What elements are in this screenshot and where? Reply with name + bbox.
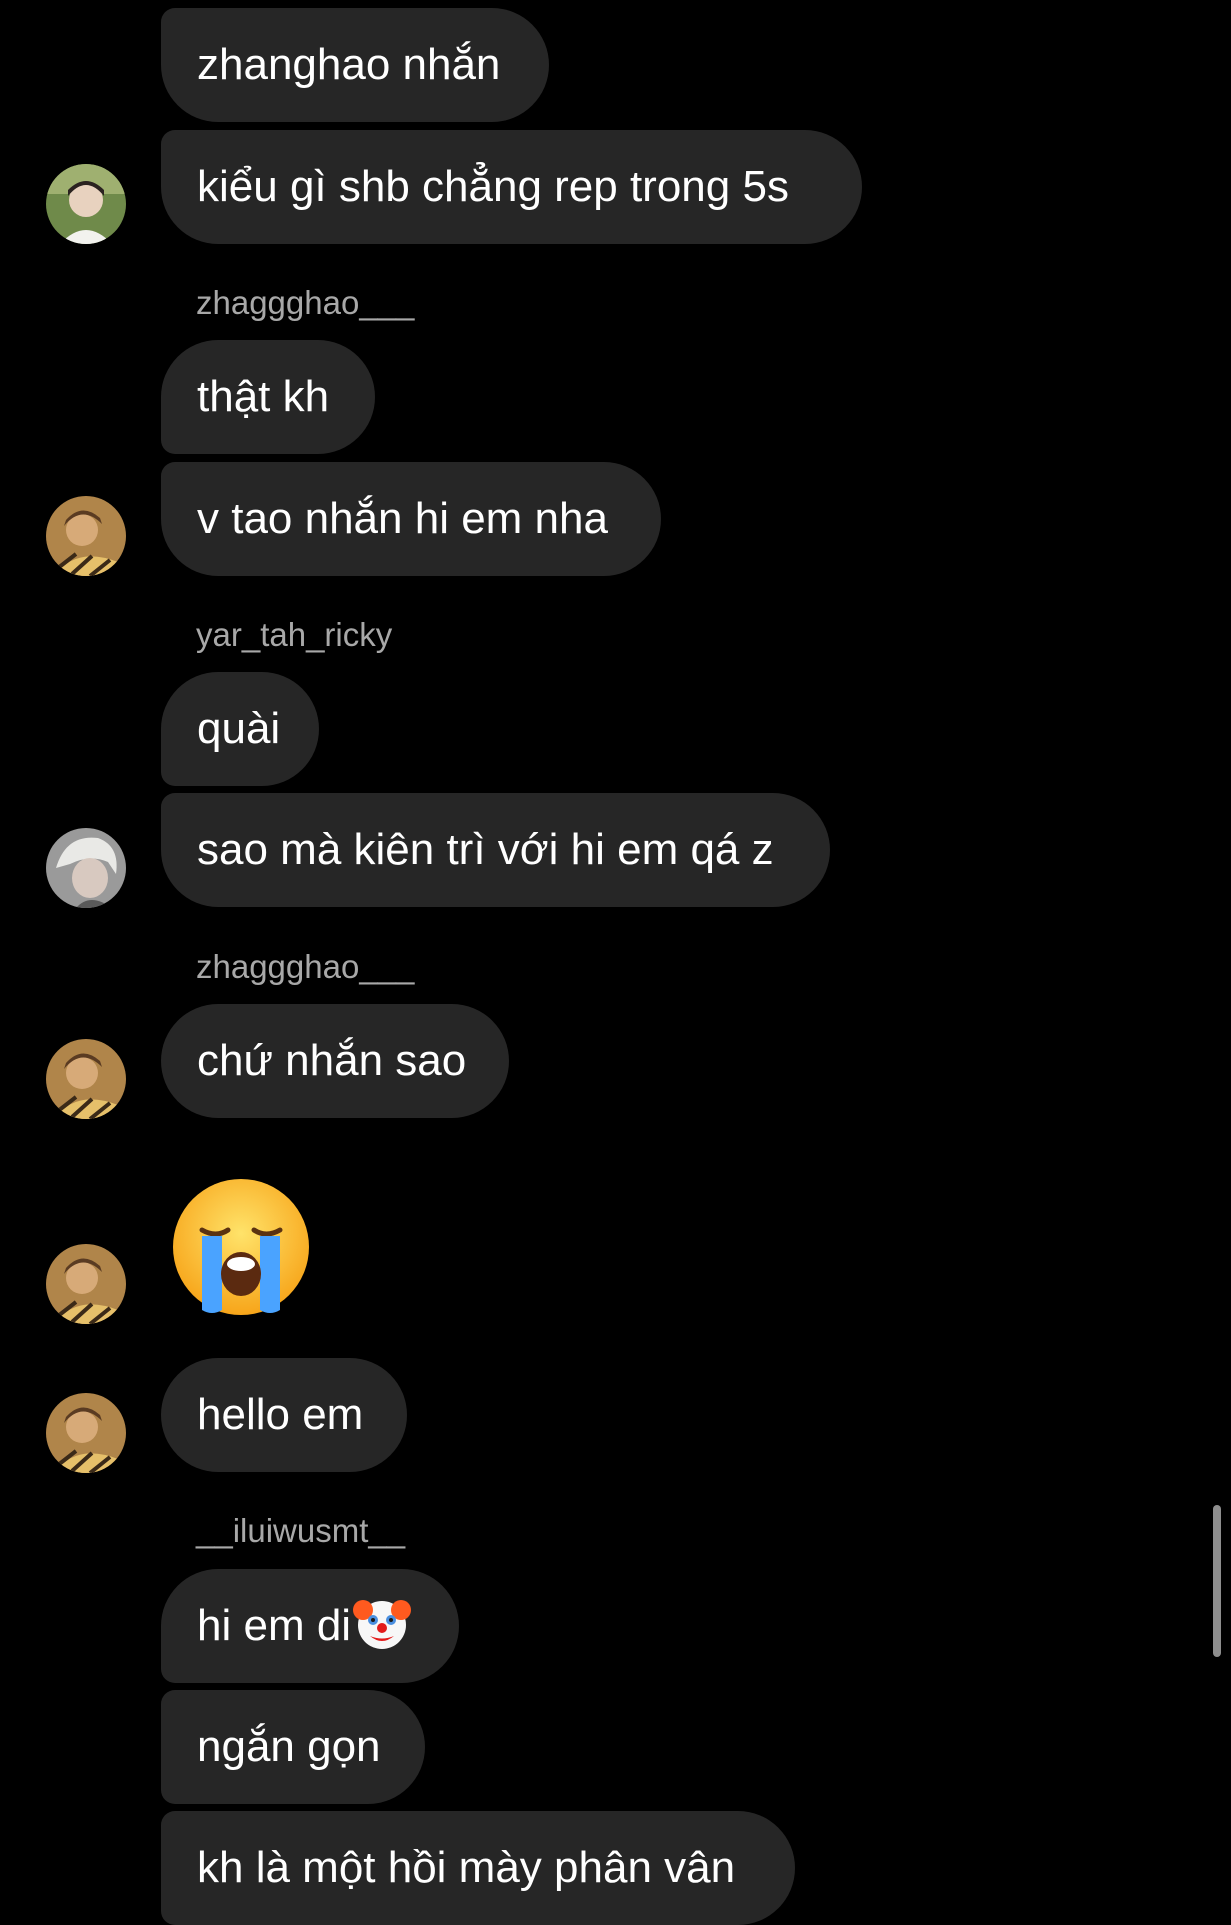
message-bubble[interactable]: kh là một hồi mày phân vân [161, 1811, 795, 1925]
loudly-crying-face-emoji-icon [173, 1179, 309, 1315]
avatar-photo-icon [46, 1244, 126, 1324]
message-bubble[interactable]: hello em [161, 1358, 407, 1472]
message-bubble[interactable]: hi em di [161, 1569, 459, 1683]
message-text: zhanghao nhắn [197, 40, 501, 89]
message-bubble[interactable]: quài [161, 672, 319, 786]
message-text: thật kh [197, 372, 330, 421]
message-bubble[interactable]: ngắn gọn [161, 1690, 425, 1804]
message-text: v tao nhắn hi em nha [197, 494, 608, 543]
avatar[interactable] [46, 164, 126, 244]
message-bubble[interactable]: chứ nhắn sao [161, 1004, 509, 1118]
message-text: sao mà kiên trì với hi em qá z [197, 825, 774, 874]
clown-face-emoji-icon [353, 1600, 412, 1649]
message-text: kh là một hồi mày phân vân [197, 1843, 736, 1892]
emoji-message[interactable] [166, 1172, 316, 1322]
message-text: hi em di [197, 1601, 352, 1650]
message-bubble[interactable]: zhanghao nhắn [161, 8, 549, 122]
sender-name: zhaggghao___ [196, 284, 415, 321]
avatar[interactable] [46, 1244, 126, 1324]
message-bubble[interactable]: kiểu gì shb chẳng rep trong 5s [161, 130, 862, 244]
avatar[interactable] [46, 828, 126, 908]
sender-name: __iluiwusmt__ [196, 1512, 406, 1549]
message-text: kiểu gì shb chẳng rep trong 5s [197, 162, 789, 211]
message-bubble[interactable]: thật kh [161, 340, 375, 454]
avatar-photo-icon [46, 1039, 126, 1119]
message-text: hello em [197, 1390, 364, 1439]
scrollbar[interactable] [1213, 1505, 1221, 1657]
avatar-photo-icon [46, 164, 126, 244]
sender-name: yar_tah_ricky [196, 616, 393, 653]
avatar-photo-icon [46, 1393, 126, 1473]
message-text: chứ nhắn sao [197, 1036, 467, 1085]
message-text: ngắn gọn [197, 1722, 381, 1771]
avatar[interactable] [46, 1039, 126, 1119]
message-text: quài [197, 704, 281, 753]
avatar[interactable] [46, 1393, 126, 1473]
message-bubble[interactable]: sao mà kiên trì với hi em qá z [161, 793, 830, 907]
avatar-photo-icon [46, 828, 126, 908]
avatar-photo-icon [46, 496, 126, 576]
avatar[interactable] [46, 496, 126, 576]
chat-thread: zhanghao nhắn kiểu gì shb chẳng rep tron… [0, 0, 1231, 1925]
sender-name: zhaggghao___ [196, 948, 415, 985]
message-bubble[interactable]: v tao nhắn hi em nha [161, 462, 661, 576]
